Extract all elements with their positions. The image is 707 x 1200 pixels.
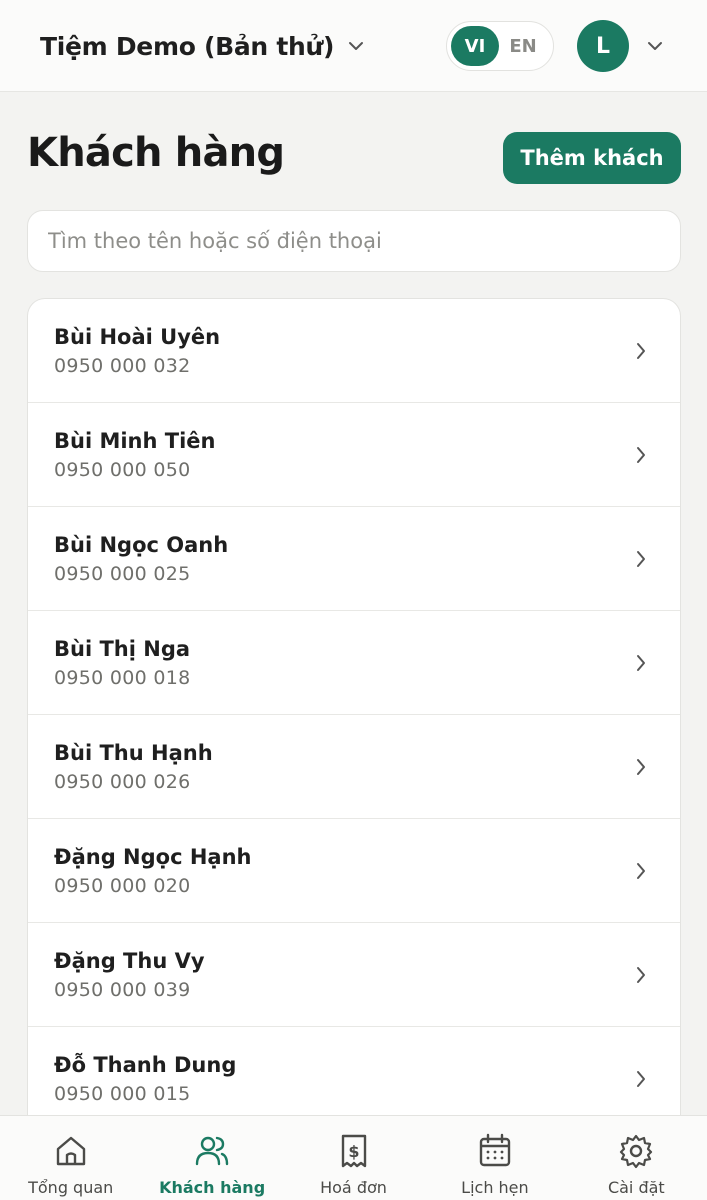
tab-label: Khách hàng [159, 1178, 266, 1197]
customer-info: Bùi Thị Nga 0950 000 018 [54, 637, 191, 689]
tab-label: Hoá đơn [320, 1178, 387, 1197]
customer-row[interactable]: Bùi Thị Nga 0950 000 018 [28, 611, 680, 715]
tab-settings[interactable]: Cài đặt [566, 1116, 707, 1200]
users-icon [193, 1132, 231, 1174]
chevron-right-icon [637, 966, 645, 983]
chevron-right-icon [637, 862, 645, 879]
store-selector[interactable]: Tiệm Demo (Bản thử) [40, 26, 364, 66]
receipt-icon: $ [335, 1132, 373, 1174]
customer-info: Bùi Hoài Uyên 0950 000 032 [54, 325, 220, 377]
customer-info: Đỗ Thanh Dung 0950 000 015 [54, 1053, 236, 1105]
customer-name: Bùi Thị Nga [54, 636, 191, 661]
chevron-down-icon [648, 42, 662, 50]
customer-phone: 0950 000 039 [54, 978, 191, 1001]
chevron-right-icon [637, 758, 645, 775]
store-name: Tiệm Demo (Bản thử) [40, 31, 335, 61]
avatar: L [577, 20, 629, 72]
tab-customers[interactable]: Khách hàng [141, 1116, 282, 1200]
customer-info: Bùi Minh Tiên 0950 000 050 [54, 429, 216, 481]
customer-row[interactable]: Bùi Ngọc Oanh 0950 000 025 [28, 507, 680, 611]
chevron-right-icon [637, 1070, 645, 1087]
customer-row[interactable]: Đỗ Thanh Dung 0950 000 015 [28, 1027, 680, 1128]
customer-phone: 0950 000 015 [54, 1082, 191, 1105]
customer-phone: 0950 000 020 [54, 874, 191, 897]
customer-name: Bùi Ngọc Oanh [54, 532, 229, 557]
gear-icon [617, 1132, 655, 1174]
language-toggle: VI EN [446, 21, 554, 71]
chevron-right-icon [637, 654, 645, 671]
customer-name: Đặng Thu Vy [54, 948, 205, 973]
tab-overview[interactable]: Tổng quan [0, 1116, 141, 1200]
customer-list: Bùi Hoài Uyên 0950 000 032 Bùi Minh Tiên 09… [27, 298, 681, 1128]
customer-phone: 0950 000 050 [54, 458, 191, 481]
customer-info: Bùi Ngọc Oanh 0950 000 025 [54, 533, 228, 585]
svg-text:$: $ [348, 1142, 359, 1161]
customer-phone: 0950 000 026 [54, 770, 191, 793]
language-en-button[interactable]: EN [499, 26, 547, 66]
customer-name: Đặng Ngọc Hạnh [54, 844, 252, 869]
page-title: Khách hàng [27, 130, 285, 176]
chevron-right-icon [637, 342, 645, 359]
customer-row[interactable]: Bùi Thu Hạnh 0950 000 026 [28, 715, 680, 819]
customer-row[interactable]: Bùi Hoài Uyên 0950 000 032 [28, 299, 680, 403]
customer-name: Bùi Minh Tiên [54, 428, 216, 453]
chevron-down-icon [349, 42, 364, 50]
chevron-right-icon [637, 446, 645, 463]
tab-invoices[interactable]: $ Hoá đơn [283, 1116, 424, 1200]
user-menu[interactable]: L [577, 20, 663, 72]
customer-info: Đặng Thu Vy 0950 000 039 [54, 949, 205, 1001]
customer-row[interactable]: Đặng Thu Vy 0950 000 039 [28, 923, 680, 1027]
customer-info: Đặng Ngọc Hạnh 0950 000 020 [54, 845, 252, 897]
bottom-tab-bar: Tổng quan Khách hàng $ Hoá đơn Lịch hẹn Cài đ… [0, 1115, 707, 1200]
customer-name: Bùi Hoài Uyên [54, 324, 221, 349]
customer-name: Đỗ Thanh Dung [54, 1052, 237, 1077]
search-input[interactable] [27, 210, 681, 272]
calendar-icon [476, 1132, 514, 1174]
customer-phone: 0950 000 025 [54, 562, 191, 585]
customer-name: Bùi Thu Hạnh [54, 740, 213, 765]
tab-label: Cài đặt [607, 1178, 665, 1197]
customer-phone: 0950 000 018 [54, 666, 191, 689]
customer-info: Bùi Thu Hạnh 0950 000 026 [54, 741, 213, 793]
customer-phone: 0950 000 032 [54, 354, 191, 377]
tab-appointments[interactable]: Lịch hẹn [424, 1116, 565, 1200]
top-bar: Tiệm Demo (Bản thử) VI EN L [0, 0, 707, 92]
language-vi-button[interactable]: VI [451, 26, 499, 66]
chevron-right-icon [637, 550, 645, 567]
tab-label: Lịch hẹn [461, 1178, 529, 1197]
home-icon [52, 1132, 90, 1174]
customer-row[interactable]: Đặng Ngọc Hạnh 0950 000 020 [28, 819, 680, 923]
customer-row[interactable]: Bùi Minh Tiên 0950 000 050 [28, 403, 680, 507]
add-customer-button[interactable]: Thêm khách [503, 132, 681, 184]
tab-label: Tổng quan [28, 1178, 114, 1197]
